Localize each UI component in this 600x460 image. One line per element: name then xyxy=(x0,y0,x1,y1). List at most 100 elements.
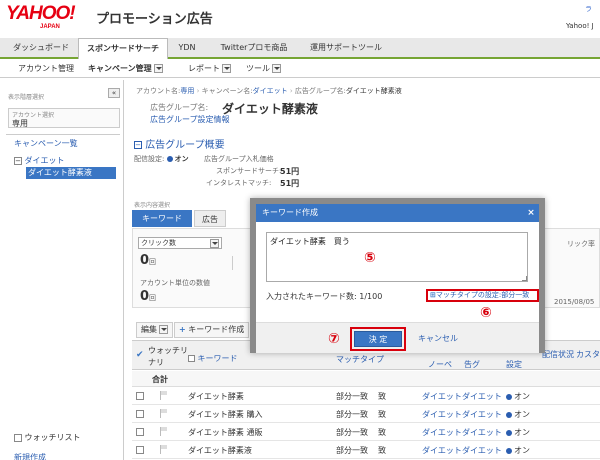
col-setting[interactable]: 設定 xyxy=(506,359,522,370)
tab-keyword[interactable]: キーワード xyxy=(132,210,192,227)
chevron-down-icon xyxy=(210,239,219,248)
metric-number: 0 xyxy=(140,253,150,268)
row-keyword[interactable]: ダイエット酵素 xyxy=(188,391,244,402)
watchlist-checkbox[interactable] xyxy=(14,433,22,442)
sidebar-collapse-button[interactable]: « xyxy=(108,88,120,98)
sort-icon[interactable] xyxy=(188,355,195,362)
overview-title: 広告グループ概要 xyxy=(145,140,225,151)
nav-campaign-mgmt[interactable]: キャンペーン管理 xyxy=(88,63,163,74)
chevron-down-icon xyxy=(159,325,168,334)
row-campaign[interactable]: ダイエット xyxy=(422,427,462,438)
watchlist-item[interactable]: ウォッチリスト xyxy=(14,432,81,443)
metric-select-value: クリック数 xyxy=(141,239,176,247)
sidebar-item-adgroup[interactable]: ダイエット酵素液 xyxy=(26,167,116,179)
yahoo-logo[interactable]: YAHOO! xyxy=(6,3,76,25)
row-match: 部分一致 xyxy=(336,410,368,419)
overview-section[interactable]: − 広告グループ概要 xyxy=(134,136,225,151)
close-icon[interactable]: × xyxy=(524,204,538,222)
nav-account-mgmt[interactable]: アカウント管理 xyxy=(18,63,74,74)
row-keyword[interactable]: ダイエット酵素液 xyxy=(188,445,252,456)
row-checkbox[interactable] xyxy=(136,392,144,400)
tab-sponsored-search[interactable]: スポンサードサーチ xyxy=(78,38,168,59)
collapse-icon[interactable]: − xyxy=(134,141,142,149)
col-delivery[interactable]: 配信状況 xyxy=(542,349,574,360)
tab-twitter[interactable]: Twitterプロモ商品 xyxy=(206,38,302,57)
callout-6: ⑥ xyxy=(480,305,492,321)
col-url[interactable]: ノーペ xyxy=(428,359,452,370)
row-extra: 致 xyxy=(378,392,386,401)
row-keyword[interactable]: ダイエット酵素 通販 xyxy=(188,427,262,438)
adgroup-label: 広告グループ名: xyxy=(150,103,209,112)
table-row[interactable]: ダイエット酵素液 部分一致 致 ダイエット ダイエット オン xyxy=(132,442,600,459)
breadcrumb-sep-icon: › xyxy=(196,87,200,95)
flag-icon[interactable] xyxy=(160,391,168,400)
edit-button[interactable]: 編集 xyxy=(136,322,173,338)
match-type-link[interactable]: ⊞マッチタイプの設定:部分一致 xyxy=(426,289,539,302)
chevron-down-icon xyxy=(272,64,281,73)
sidebar-campaign-list[interactable]: キャンペーン一覧 xyxy=(14,138,78,149)
col-keyword[interactable]: キーワード xyxy=(188,353,238,364)
row-campaign[interactable]: ダイエット xyxy=(422,391,462,402)
row-status[interactable]: オン xyxy=(506,391,530,402)
table-row[interactable]: ダイエット酵素 通販 部分一致 致 ダイエット ダイエット オン xyxy=(132,424,600,441)
account-unit-value: 0回 xyxy=(140,289,156,304)
row-group[interactable]: ダイエット xyxy=(462,427,502,438)
app-title: プロモーション広告 xyxy=(96,12,213,27)
callout-7: ⑦ xyxy=(328,331,340,347)
flag-icon[interactable] xyxy=(160,427,168,436)
nav-account-mgmt-label: アカウント管理 xyxy=(18,64,74,73)
row-status[interactable]: オン xyxy=(506,427,530,438)
tab-dashboard[interactable]: ダッシュボード xyxy=(6,38,76,57)
watchlist-label: ウォッチリスト xyxy=(24,433,81,442)
col-status[interactable]: 告グ xyxy=(464,359,480,370)
row-group[interactable]: ダイエット xyxy=(462,391,502,402)
breadcrumb-campaign[interactable]: ダイエット xyxy=(253,87,288,95)
keyword-textarea[interactable]: ダイエット酵素 買う xyxy=(266,232,528,282)
tab-ad[interactable]: 広告 xyxy=(194,210,226,227)
row-campaign[interactable]: ダイエット xyxy=(422,409,462,420)
tab-ydn[interactable]: YDN xyxy=(170,38,204,57)
top-right-user: Yahoo! J xyxy=(566,22,594,30)
col-watch[interactable]: ウォッチリ xyxy=(148,345,188,356)
breadcrumb: アカウント名:専用 › キャンペーン名:ダイエット › 広告グループ名:ダイエッ… xyxy=(136,86,402,96)
row-group[interactable]: ダイエット xyxy=(462,409,502,420)
row-status-label: オン xyxy=(514,392,530,401)
tab-support-tools[interactable]: 運用サポートツール xyxy=(304,38,388,57)
row-checkbox[interactable] xyxy=(136,428,144,436)
row-campaign[interactable]: ダイエット xyxy=(422,445,462,456)
sidebar-campaign-label: ダイエット xyxy=(24,156,65,165)
row-match: 部分一致 xyxy=(336,428,368,437)
row-group[interactable]: ダイエット xyxy=(462,445,502,456)
nav-tools[interactable]: ツール xyxy=(246,63,281,74)
adgroup-settings-link[interactable]: 広告グループ設定情報 xyxy=(150,114,230,125)
col-watch-2: ナリ xyxy=(148,358,164,367)
expand-icon[interactable]: − xyxy=(14,156,22,165)
sidebar-new-create[interactable]: 新規作成 xyxy=(14,452,46,460)
col-bid[interactable]: カスタ xyxy=(576,349,600,360)
nav-report-label: レポート xyxy=(188,64,220,73)
content-tabs: キーワード 広告 xyxy=(132,210,250,227)
nav-tools-label: ツール xyxy=(246,64,270,73)
select-all-check-icon[interactable]: ✔ xyxy=(136,350,144,360)
breadcrumb-account[interactable]: 専用 xyxy=(180,87,194,95)
nav-report[interactable]: レポート xyxy=(188,63,231,74)
row-checkbox[interactable] xyxy=(136,410,144,418)
row-status-label: オン xyxy=(514,446,530,455)
cancel-button[interactable]: キャンセル xyxy=(418,333,458,344)
top-right-link[interactable]: ラ xyxy=(585,4,592,14)
flag-icon[interactable] xyxy=(160,409,168,418)
metric-select[interactable]: クリック数 xyxy=(138,237,222,249)
add-keyword-button[interactable]: + キーワード作成 xyxy=(174,322,250,338)
sidebar-item-campaign[interactable]: − ダイエット xyxy=(14,155,64,166)
ok-button[interactable]: 決 定 xyxy=(354,331,402,347)
table-row[interactable]: ダイエット酵素 購入 部分一致 致 ダイエット ダイエット オン xyxy=(132,406,600,423)
row-checkbox[interactable] xyxy=(136,446,144,454)
resize-handle-icon[interactable] xyxy=(522,276,527,281)
col-match[interactable]: マッチタイプ xyxy=(336,354,384,365)
row-keyword[interactable]: ダイエット酵素 購入 xyxy=(188,409,262,420)
table-row[interactable]: ダイエット酵素 部分一致 致 ダイエット ダイエット オン xyxy=(132,388,600,405)
ctr-label: リック率 xyxy=(567,240,595,248)
row-status[interactable]: オン xyxy=(506,445,530,456)
flag-icon[interactable] xyxy=(160,445,168,454)
row-status[interactable]: オン xyxy=(506,409,530,420)
